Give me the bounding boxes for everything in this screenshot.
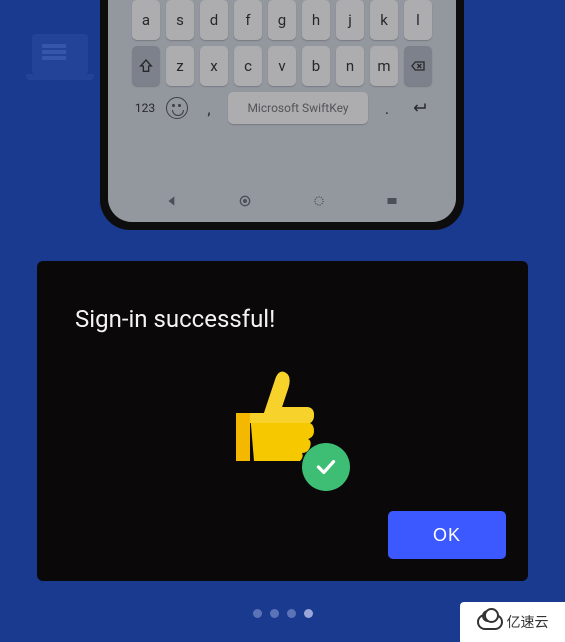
signin-success-dialog: Sign-in successful! OK — [37, 261, 528, 581]
enter-key[interactable] — [409, 99, 429, 117]
key-z[interactable]: z — [166, 46, 194, 86]
key-g[interactable]: g — [268, 0, 296, 40]
key-a[interactable]: a — [132, 0, 160, 40]
ok-button[interactable]: OK — [388, 511, 506, 559]
cloud-icon — [477, 614, 503, 630]
key-row-2: z x c v b n m — [112, 46, 452, 86]
phone-frame: q w e r t y u i o p a s d f g h j k l — [100, 0, 464, 230]
pager-dot-0[interactable] — [253, 609, 262, 618]
period-key[interactable]: . — [385, 99, 389, 118]
page-indicator — [253, 609, 313, 618]
key-d[interactable]: d — [200, 0, 228, 40]
numeric-key[interactable]: 123 — [135, 101, 155, 115]
nav-recents-icon[interactable] — [310, 192, 328, 210]
bg-laptop-illustration — [32, 34, 88, 74]
key-h[interactable]: h — [302, 0, 330, 40]
key-row-1: a s d f g h j k l — [112, 0, 452, 40]
nav-home-icon[interactable] — [236, 192, 254, 210]
space-key[interactable]: Microsoft SwiftKey — [228, 92, 368, 124]
key-x[interactable]: x — [200, 46, 228, 86]
thumbs-up-icon — [228, 365, 338, 485]
key-b[interactable]: b — [302, 46, 330, 86]
key-f[interactable]: f — [234, 0, 262, 40]
key-n[interactable]: n — [336, 46, 364, 86]
watermark-text: 亿速云 — [507, 612, 549, 632]
pager-dot-2[interactable] — [287, 609, 296, 618]
phone-screen: q w e r t y u i o p a s d f g h j k l — [108, 0, 456, 222]
key-l[interactable]: l — [404, 0, 432, 40]
dialog-title: Sign-in successful! — [75, 305, 490, 333]
key-s[interactable]: s — [166, 0, 194, 40]
key-v[interactable]: v — [268, 46, 296, 86]
nav-back-icon[interactable] — [163, 192, 181, 210]
success-check-icon — [302, 443, 350, 491]
key-m[interactable]: m — [370, 46, 398, 86]
comma-key[interactable]: , — [207, 99, 210, 118]
backspace-key[interactable] — [404, 46, 432, 86]
shift-key[interactable] — [132, 46, 160, 86]
nav-keyboard-icon[interactable] — [383, 192, 401, 210]
watermark: 亿速云 — [460, 602, 565, 642]
key-row-3: 123 , Microsoft SwiftKey . — [112, 92, 452, 124]
soft-keyboard: q w e r t y u i o p a s d f g h j k l — [108, 0, 456, 132]
key-j[interactable]: j — [336, 0, 364, 40]
android-navbar — [108, 188, 456, 214]
key-c[interactable]: c — [234, 46, 262, 86]
pager-dot-3[interactable] — [304, 609, 313, 618]
key-k[interactable]: k — [370, 0, 398, 40]
pager-dot-1[interactable] — [270, 609, 279, 618]
emoji-key[interactable] — [166, 97, 188, 119]
